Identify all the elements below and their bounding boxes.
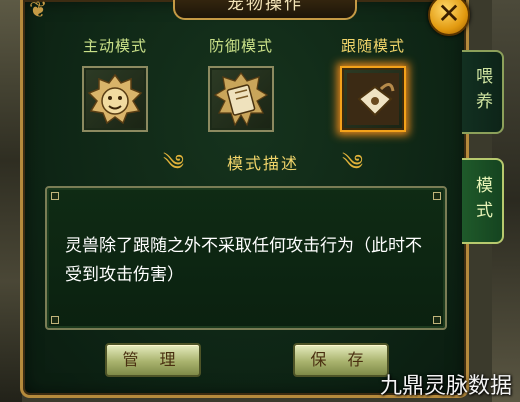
mode-label: 主动模式: [82, 37, 147, 55]
swirl-ornament-icon: ༄: [341, 151, 363, 176]
mode-description-header: ༄ 模式描述 ༄: [163, 152, 363, 176]
corner-dot-icon: [433, 192, 441, 200]
swirl-ornament-icon: ༄: [163, 151, 185, 176]
mode-label: 跟随模式: [340, 37, 405, 55]
watermark-text: 九鼎灵脉数据: [379, 374, 512, 399]
mode-icon-frame[interactable]: [340, 66, 406, 132]
scene-background-left: [0, 0, 22, 402]
corner-dot-icon: [433, 316, 441, 324]
description-title: 模式描述: [226, 154, 299, 173]
corner-dot-icon: [51, 192, 59, 200]
shield-scroll-icon: [213, 72, 269, 127]
mode-icon-frame[interactable]: [208, 66, 274, 132]
dialog-title: 宠物操作: [173, 0, 357, 20]
mode-option-defense[interactable]: 防御模式: [195, 36, 287, 132]
close-icon: ✕: [437, 0, 461, 30]
lion-face-icon: [87, 73, 143, 125]
corner-dot-icon: [51, 316, 59, 324]
save-button[interactable]: 保 存: [293, 343, 389, 377]
pet-operation-dialog: ❦ 宠物操作 主动模式 防御模式 跟随模式 ༄ 模式描述 ༄ 灵兽除了跟随之外不…: [20, 0, 469, 398]
mode-option-follow[interactable]: 跟随模式: [327, 36, 419, 132]
mode-option-active[interactable]: 主动模式: [69, 36, 161, 132]
mode-icon-frame[interactable]: [82, 66, 148, 132]
mode-description-box: 灵兽除了跟随之外不采取任何攻击行为（此时不受到攻击伤害）: [45, 186, 447, 330]
tab-feed[interactable]: 喂养: [462, 50, 504, 134]
tab-mode[interactable]: 模式: [462, 158, 504, 244]
mode-description-text: 灵兽除了跟随之外不采取任何攻击行为（此时不受到攻击伤害）: [65, 236, 422, 285]
mode-label: 防御模式: [208, 37, 273, 55]
corner-ornament-icon: ❦: [29, 0, 48, 23]
manage-button[interactable]: 管 理: [105, 343, 201, 377]
pouch-bag-icon: [347, 73, 399, 125]
